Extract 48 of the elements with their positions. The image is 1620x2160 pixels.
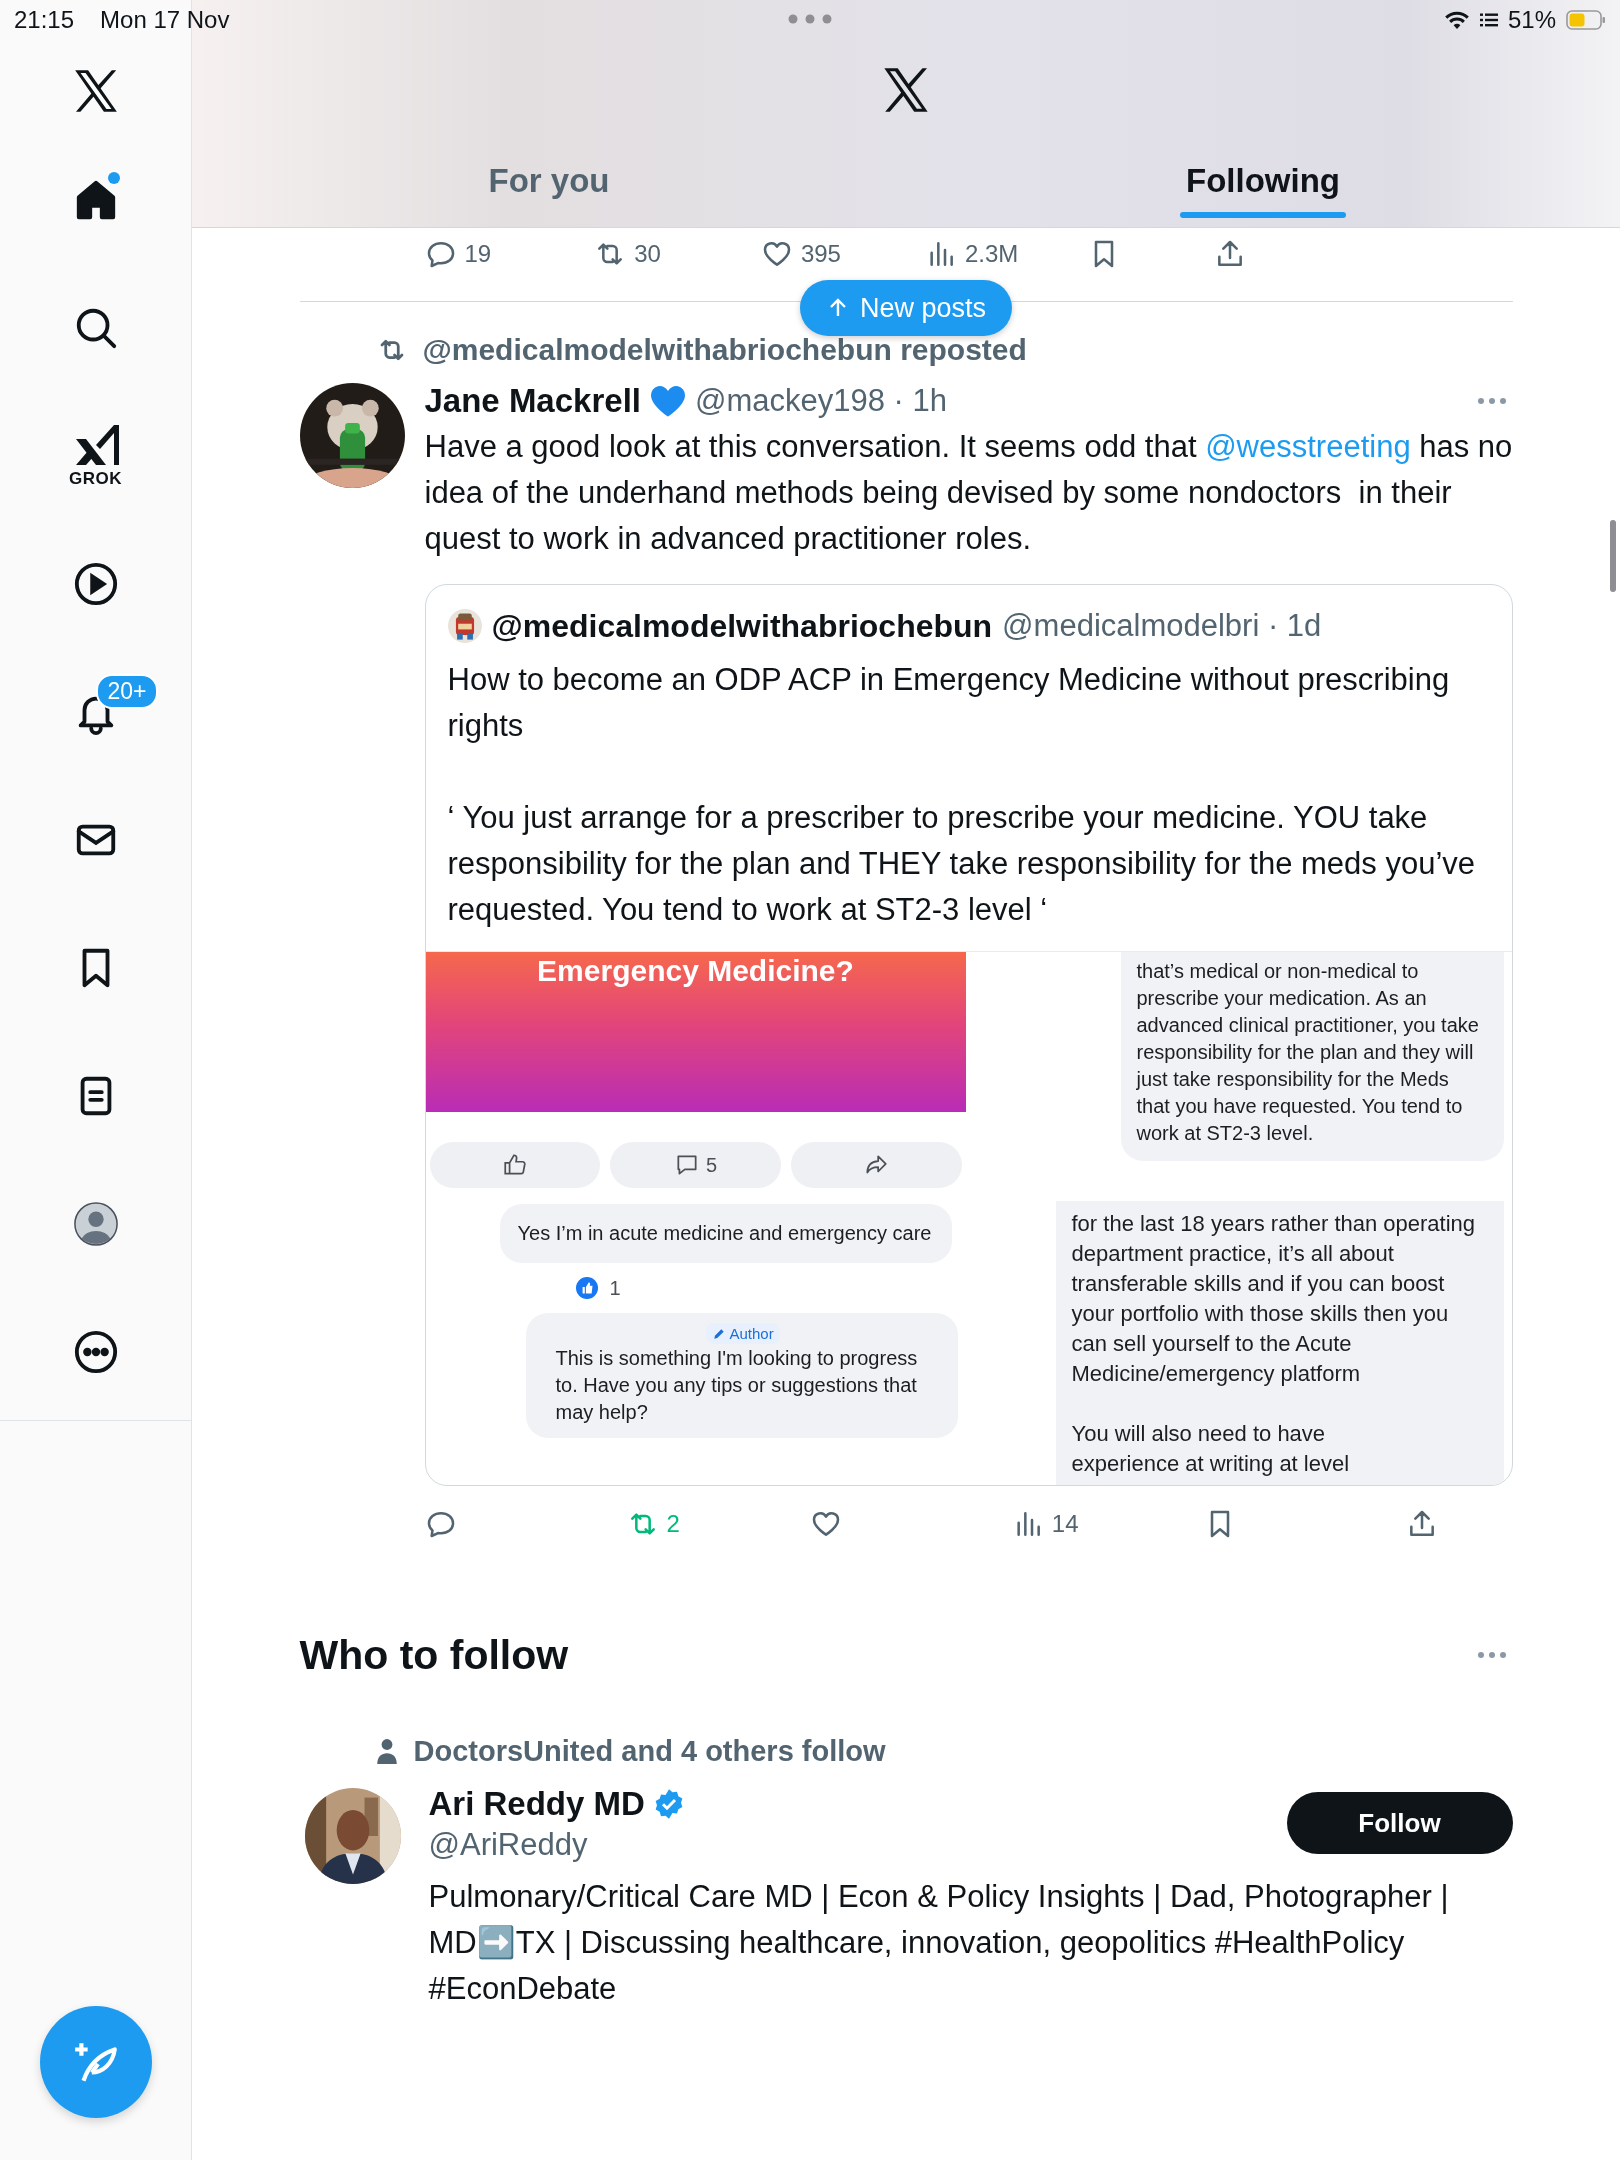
heart-icon — [648, 384, 687, 418]
pencil-icon — [711, 1326, 726, 1341]
more-icon — [1476, 1651, 1507, 1659]
more-icon — [72, 1329, 119, 1375]
wifi-icon — [1443, 10, 1470, 30]
quoted-post-text: How to become an ODP ACP in Emergency Medicine without prescribing rights ‘ You just arrange for a prescriber to prescribe your medicine. YOU take responsibility for the plan and THEY take responsibility for the meds you’ve requested. You tend to work at ST2-3 level ‘ — [446, 661, 1477, 929]
author-badge: Author — [705, 1323, 780, 1344]
comment-pill: 5 — [610, 1142, 781, 1188]
reply-text: for the last 18 years rather than operating department practice, it’s all about transferable skills and if you can boost your portfolio with those skills then you can sell yourself to the Acute Medicine/emergency platform You will also need to have experience at writing at level — [1071, 1210, 1477, 1478]
account-bio: Pulmonary/Critical Care MD | Econ & Policy Insights | Dad, Photographer | MD➡TX | Discussing healthcare, innovation, geopolitics #HealthPolicy #EconDebate — [428, 1878, 1450, 2008]
social-context: DoctorsUnited and 4 others follow — [413, 1734, 886, 1768]
thumbs-up-icon — [501, 1152, 528, 1178]
section-title: Who to follow — [299, 1631, 569, 1679]
post-text: Have a good look at this conversation. It seems odd that @wesstreeting has no idea of the underhand methods being devised by some nondoctors in their quest to work in advanced practitioner roles. — [424, 428, 1513, 558]
status-time: 21:15 — [14, 6, 75, 34]
author-name[interactable]: Jane Mackrell — [424, 382, 641, 420]
quoted-post[interactable] — [424, 584, 1513, 1486]
repost-context: @medicalmodelwithabriochebun reposted — [422, 333, 1027, 367]
quoted-author-name: @medicalmodelwithabriochebun — [491, 607, 993, 645]
repost-button[interactable]: 30 — [594, 234, 661, 274]
person-icon — [375, 1738, 398, 1764]
account-name[interactable]: Ari Reddy MD — [428, 1785, 645, 1823]
account-handle: @AriReddy — [428, 1826, 589, 1864]
notification-badge: 20+ — [96, 674, 158, 709]
play-icon — [72, 561, 119, 607]
feed-tab[interactable]: For you — [466, 141, 632, 227]
scroll-indicator — [1610, 520, 1616, 592]
banner-title: Emergency Medicine? — [537, 954, 854, 989]
grok-button[interactable]: GROK — [55, 416, 136, 496]
battery-percentage: 51% — [1507, 6, 1556, 34]
reply-text: This is something I'm looking to progress to. Have you any tips or suggestions that may help? — [555, 1345, 919, 1425]
views-button[interactable]: 2.3M — [924, 234, 1019, 274]
like-reaction-icon — [575, 1277, 598, 1299]
battery-icon — [1566, 10, 1606, 30]
like-button[interactable]: 395 — [760, 234, 841, 274]
reaction-count: 1 — [609, 1276, 621, 1300]
follow-button[interactable]: Follow — [1286, 1792, 1513, 1854]
feed-tab[interactable]: Following — [1180, 141, 1346, 227]
reply-text: that’s medical or non-medical to prescribe your medication. As an advanced clinical practitioner, you take responsibility for the plan and they will just take responsibility for the Meds that you have requested. You tend to work at ST2-3 level. — [1136, 959, 1480, 1146]
quoted-author-meta: @medicalmodelbri · 1d — [1002, 608, 1322, 644]
reply-button[interactable]: 19 — [424, 234, 492, 274]
status-date: Mon 17 Nov — [100, 6, 230, 34]
author-meta: @mackey198 · 1h — [694, 383, 947, 419]
avatar-icon — [72, 1201, 119, 1247]
comment-text: Yes I’m in acute medicine and emergency care — [517, 1221, 933, 1246]
more-icon — [1476, 397, 1507, 405]
multitasking-dots-icon[interactable] — [788, 14, 832, 24]
views-button[interactable]: 14 — [1011, 1504, 1079, 1544]
